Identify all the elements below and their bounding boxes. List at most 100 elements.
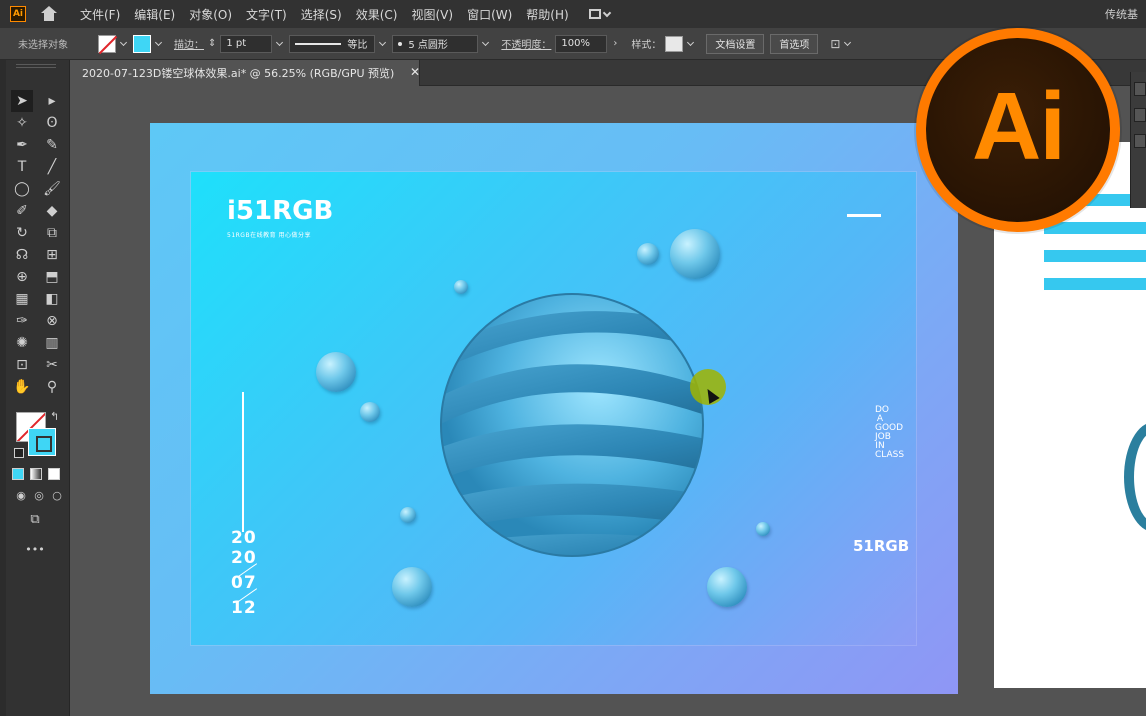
gradient-tool-icon[interactable]: ◧: [41, 288, 63, 310]
graph-tool-icon[interactable]: ▥: [41, 332, 63, 354]
chevron-down-icon[interactable]: [844, 38, 852, 46]
illustrator-logo-text: Ai: [972, 73, 1066, 180]
sphere[interactable]: [637, 243, 659, 265]
brush-select[interactable]: 5 点圆形: [392, 34, 479, 53]
magic-wand-tool-icon[interactable]: ✧: [11, 112, 33, 134]
home-icon[interactable]: [40, 6, 58, 22]
selection-tool-icon[interactable]: ➤: [11, 90, 33, 112]
artboard-tool-icon[interactable]: ⊡: [11, 354, 33, 376]
sphere[interactable]: [392, 567, 432, 607]
stroke-label[interactable]: 描边：: [174, 36, 204, 51]
arrange-icon[interactable]: ⊡: [830, 37, 840, 51]
sphere[interactable]: [670, 229, 720, 279]
type-tool-icon[interactable]: T: [11, 156, 33, 178]
hollow-striped-globe[interactable]: [439, 292, 705, 558]
arrange-documents-button[interactable]: [588, 7, 619, 21]
chevron-down-icon: [602, 8, 611, 17]
menu-view[interactable]: 视图(V): [411, 6, 453, 23]
style-label: 样式：: [631, 40, 662, 51]
menu-object[interactable]: 对象(O): [189, 6, 232, 23]
sphere[interactable]: [400, 507, 416, 523]
stroke-weight-field[interactable]: 1 pt: [220, 34, 273, 53]
live-paint-tool-icon[interactable]: ⬒: [41, 266, 63, 288]
panel-button[interactable]: [1134, 82, 1146, 96]
direct-selection-tool-icon[interactable]: ▸: [41, 90, 63, 112]
menu-type[interactable]: 文字(T): [246, 6, 287, 23]
color-mode-icon[interactable]: [12, 468, 24, 480]
panel-button[interactable]: [1134, 108, 1146, 122]
mesh-tool-icon[interactable]: ▦: [11, 288, 33, 310]
menu-edit[interactable]: 编辑(E): [134, 6, 175, 23]
hand-tool-icon[interactable]: ✋: [11, 376, 33, 398]
illustrator-logo-inner: Ai: [926, 38, 1110, 222]
chevron-down-icon[interactable]: [379, 38, 387, 46]
none-mode-icon[interactable]: [48, 468, 60, 480]
menu-bar: Ai 文件(F) 编辑(E) 对象(O) 文字(T) 选择(S) 效果(C) 视…: [0, 0, 1146, 28]
eyedropper-tool-icon[interactable]: ✑: [11, 310, 33, 332]
stroke-swatch[interactable]: [133, 34, 151, 53]
poster-design[interactable]: i51RGB 51RGB在线教育 用心做分享 20 20 07 12 DO A …: [190, 171, 917, 646]
shaper-tool-icon[interactable]: ✐: [11, 200, 33, 222]
lasso-tool-icon[interactable]: ʘ: [41, 112, 63, 134]
scale-tool-icon[interactable]: ⧉: [41, 222, 63, 244]
fill-swatch[interactable]: [98, 34, 116, 53]
stroke-color-box[interactable]: [28, 428, 56, 456]
menu-effect[interactable]: 效果(C): [356, 6, 398, 23]
slice-tool-icon[interactable]: ✂: [41, 354, 63, 376]
menu-select[interactable]: 选择(S): [301, 6, 342, 23]
chevron-down-icon[interactable]: [276, 38, 284, 46]
curvature-tool-icon[interactable]: ✎: [41, 134, 63, 156]
document-setup-button[interactable]: 文档设置: [706, 33, 765, 54]
close-icon[interactable]: ✕: [408, 65, 422, 79]
gradient-mode-icon[interactable]: [30, 468, 42, 480]
swap-colors-icon[interactable]: ↰: [50, 410, 59, 423]
brush-dot-icon: [398, 41, 403, 46]
sphere[interactable]: [707, 567, 747, 607]
paintbrush-tool-icon[interactable]: 🖌: [41, 178, 63, 200]
symbol-sprayer-tool-icon[interactable]: ✺: [11, 332, 33, 354]
illustrator-app-icon: Ai: [10, 6, 26, 22]
chevron-down-icon[interactable]: [482, 38, 490, 46]
menu-file[interactable]: 文件(F): [80, 6, 120, 23]
sphere[interactable]: [316, 352, 356, 392]
chevron-down-icon[interactable]: [154, 38, 163, 46]
chevron-right-icon[interactable]: ›: [613, 38, 617, 49]
stroke-weight-value: 1 pt: [226, 38, 247, 49]
shape-builder-tool-icon[interactable]: ⊕: [11, 266, 33, 288]
draw-inside-icon[interactable]: ○: [46, 484, 68, 506]
decorative-dash: [847, 214, 881, 217]
eraser-tool-icon[interactable]: ◆: [41, 200, 63, 222]
edit-toolbar-icon[interactable]: •••: [24, 538, 46, 560]
stepper-icon[interactable]: ⇕: [208, 38, 216, 49]
graphic-style-swatch[interactable]: [665, 35, 684, 52]
stroke-profile-select[interactable]: 等比: [289, 34, 376, 53]
free-transform-tool-icon[interactable]: ⊞: [41, 244, 63, 266]
ellipse-tool-icon[interactable]: ◯: [11, 178, 33, 200]
opacity-label[interactable]: 不透明度：: [501, 36, 551, 51]
preferences-button[interactable]: 首选项: [770, 33, 819, 54]
blend-tool-icon[interactable]: ⊗: [41, 310, 63, 332]
rotate-tool-icon[interactable]: ↻: [11, 222, 33, 244]
screen-mode-icon[interactable]: ⧉: [24, 508, 46, 530]
menu-window[interactable]: 窗口(W): [467, 6, 512, 23]
default-colors-icon[interactable]: [14, 448, 24, 458]
sphere[interactable]: [360, 402, 380, 422]
document-tab[interactable]: 2020-07-123D镂空球体效果.ai* @ 56.25% (RGB/GPU…: [70, 60, 420, 86]
menu-help[interactable]: 帮助(H): [526, 6, 568, 23]
sphere[interactable]: [756, 522, 770, 536]
chevron-down-icon[interactable]: [119, 38, 128, 46]
opacity-field[interactable]: 100%: [555, 34, 608, 53]
poster-logo-subtitle: 51RGB在线教育 用心做分享: [227, 232, 311, 239]
poster-logo: i51RGB: [227, 196, 334, 226]
warp-tool-icon[interactable]: ☊: [11, 244, 33, 266]
artboard-poster[interactable]: i51RGB 51RGB在线教育 用心做分享 20 20 07 12 DO A …: [150, 123, 958, 694]
zoom-tool-icon[interactable]: ⚲: [41, 376, 63, 398]
workspace-label[interactable]: 传统基: [1105, 6, 1138, 22]
poster-slogan-vertical: DO A GOOD JOB IN CLASS: [875, 405, 905, 461]
chevron-down-icon[interactable]: [687, 38, 695, 46]
panel-grip[interactable]: [16, 64, 56, 68]
pen-tool-icon[interactable]: ✒: [11, 134, 33, 156]
date-line: 20: [231, 528, 257, 548]
panel-button[interactable]: [1134, 134, 1146, 148]
line-tool-icon[interactable]: ╱: [41, 156, 63, 178]
